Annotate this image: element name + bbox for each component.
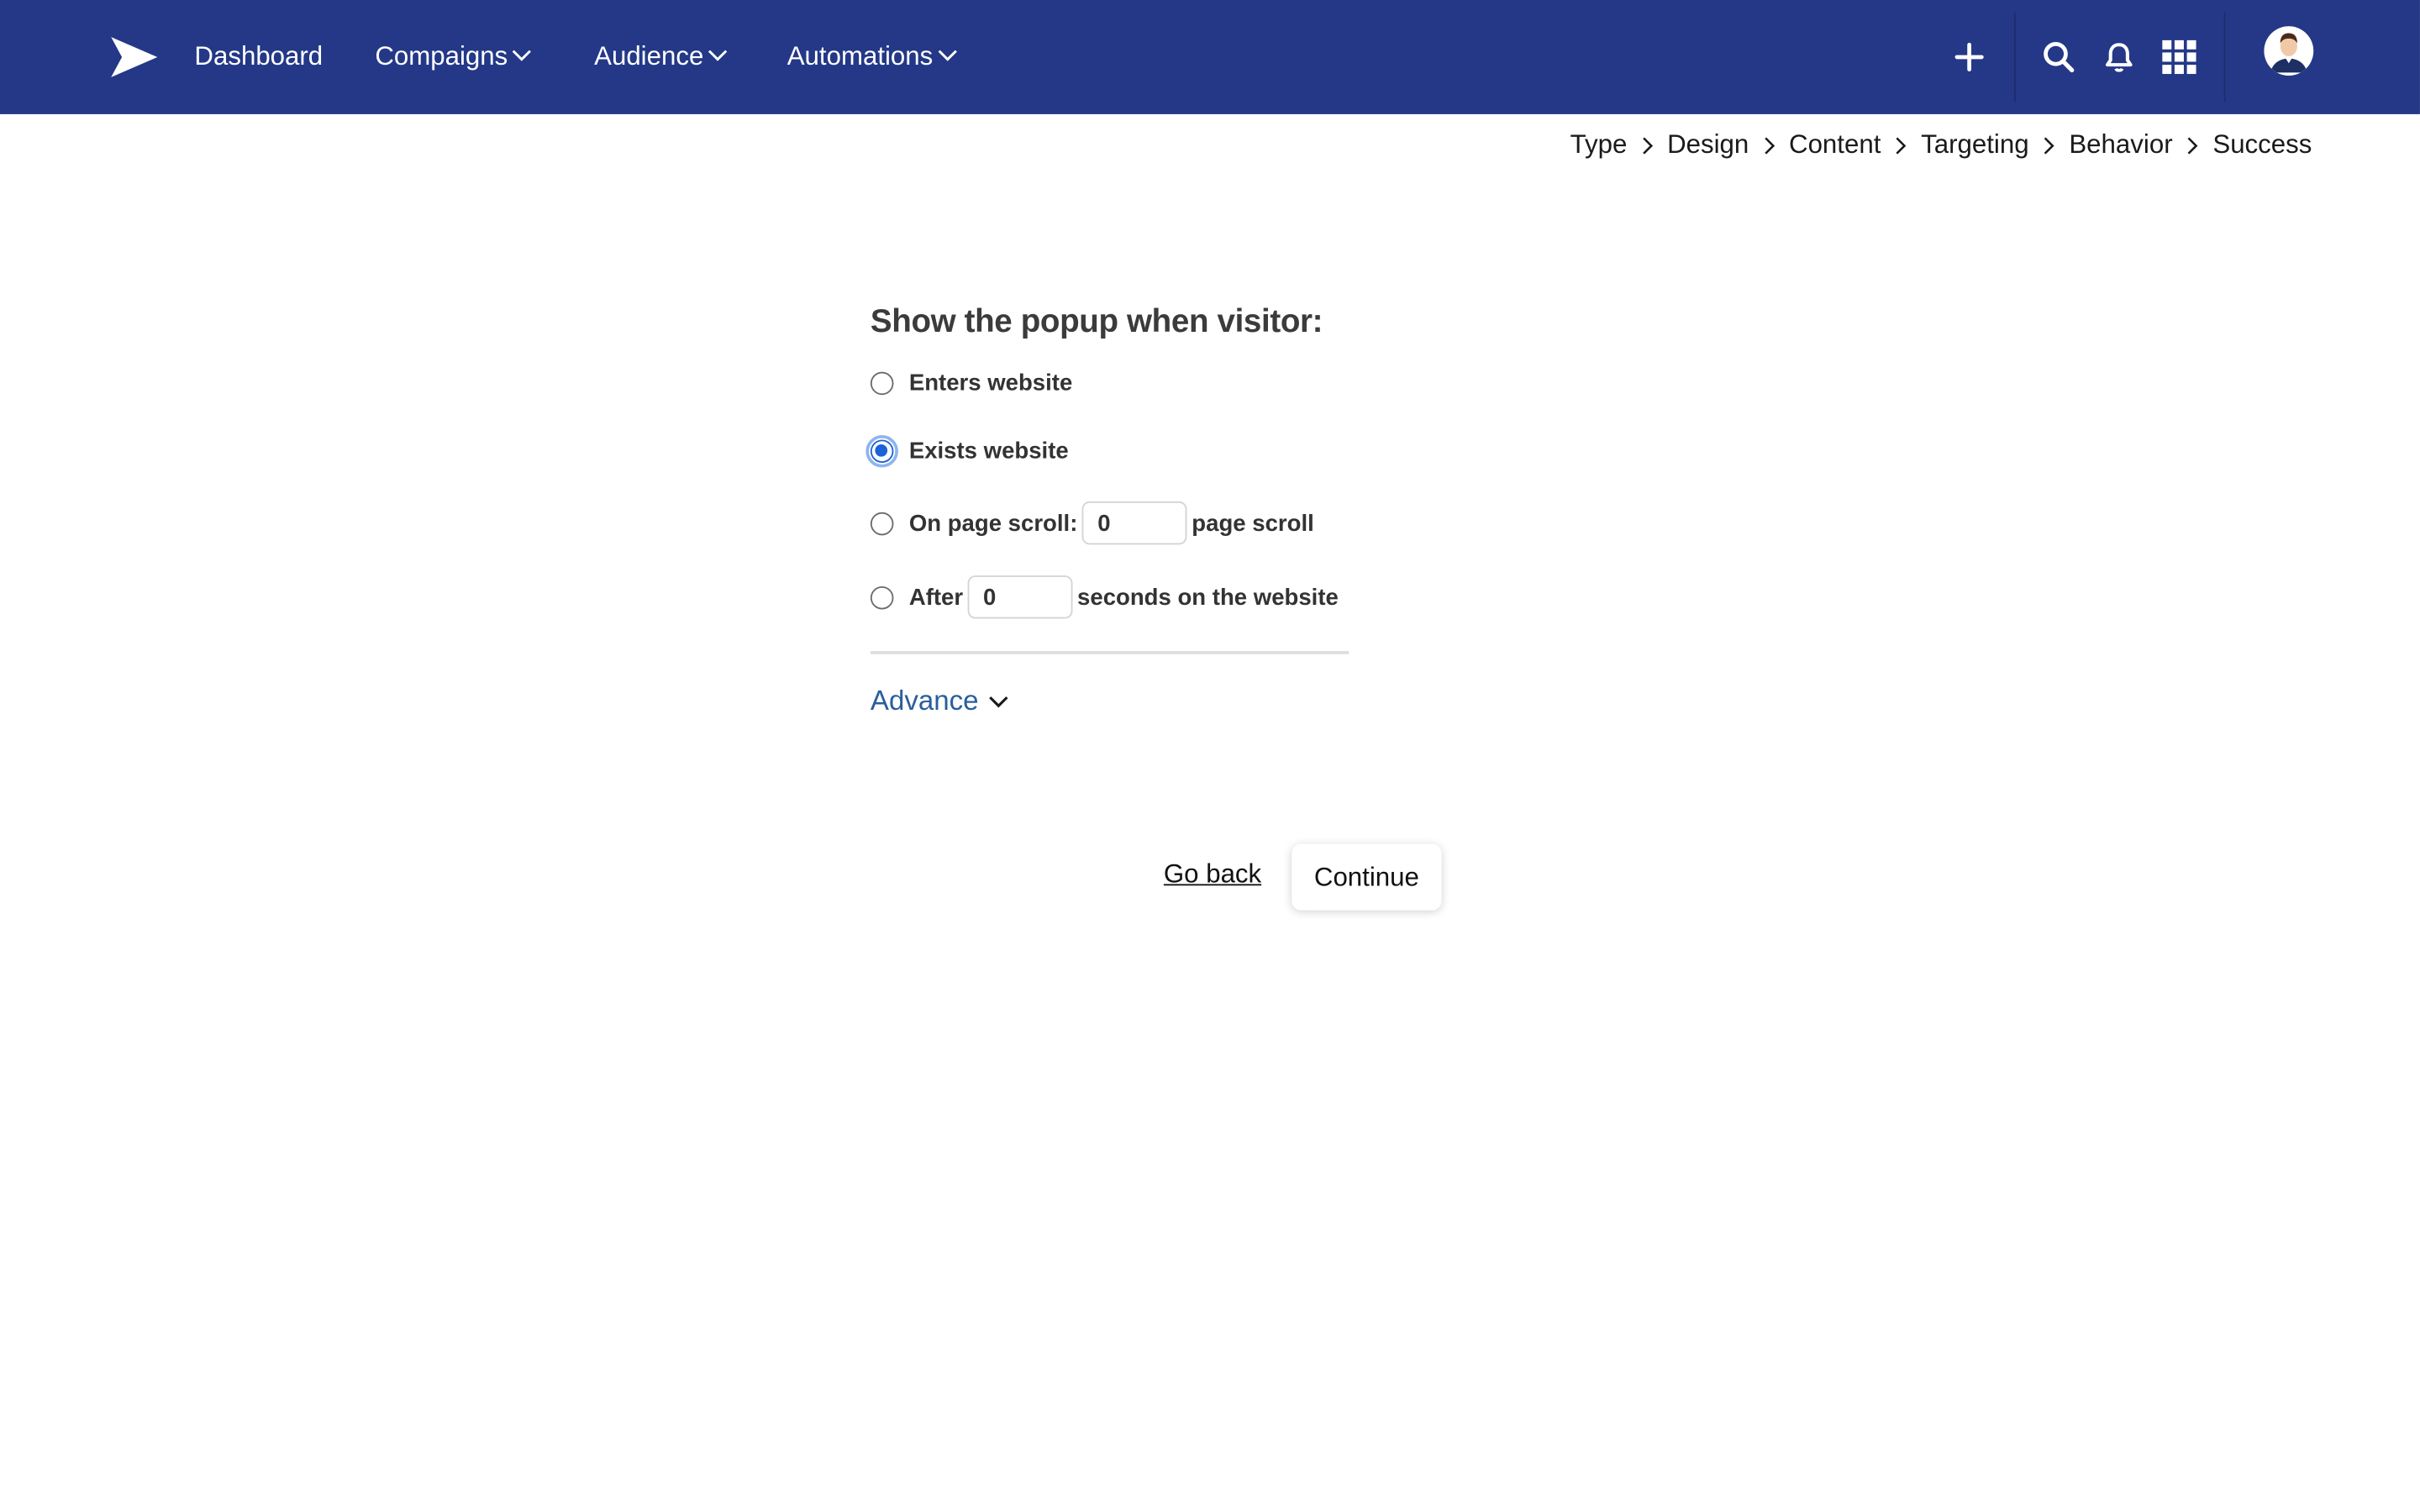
- breadcrumb-behavior[interactable]: Behavior: [2069, 129, 2172, 160]
- option-after-seconds-label: After: [908, 584, 964, 611]
- radio-page-scroll[interactable]: [870, 511, 894, 535]
- chevron-right-icon: [1627, 135, 1667, 155]
- option-enters-website-label: Enters website: [908, 370, 1073, 397]
- page-scroll-input[interactable]: [1081, 501, 1187, 545]
- nav-divider: [2223, 12, 2226, 102]
- continue-button[interactable]: Continue: [1292, 843, 1442, 911]
- nav-automations[interactable]: Automations: [787, 0, 958, 114]
- divider: [870, 651, 1349, 654]
- nav-audience[interactable]: Audience: [594, 0, 729, 114]
- search-icon[interactable]: [2036, 34, 2082, 80]
- seconds-suffix: seconds on the website: [1077, 584, 1339, 611]
- bell-icon[interactable]: [2096, 34, 2142, 80]
- option-enters-website[interactable]: Enters website: [870, 370, 1073, 397]
- chevron-right-icon: [2173, 135, 2213, 155]
- behavior-form: Show the popup when visitor: Enters webs…: [865, 293, 1349, 716]
- page-root: Dashboard Compaigns Audience Automations: [0, 0, 2420, 1512]
- page-scroll-suffix: page scroll: [1192, 510, 1314, 537]
- nav-audience-label: Audience: [594, 41, 704, 71]
- radio-after-seconds[interactable]: [870, 585, 894, 609]
- chevron-down-icon: [937, 50, 956, 61]
- chevron-right-icon: [1881, 135, 1921, 155]
- breadcrumb-design[interactable]: Design: [1667, 129, 1749, 160]
- top-navigation-bar: Dashboard Compaigns Audience Automations: [0, 0, 2420, 114]
- breadcrumb-content[interactable]: Content: [1789, 129, 1881, 160]
- chevron-right-icon: [1749, 135, 1789, 155]
- breadcrumb: Type Design Content Targeting Behavior S…: [1570, 127, 2312, 164]
- grid-icon[interactable]: [2156, 34, 2202, 80]
- chevron-right-icon: [2029, 135, 2070, 155]
- nav-automations-label: Automations: [786, 41, 934, 71]
- chevron-down-icon: [708, 50, 728, 61]
- nav-dashboard[interactable]: Dashboard: [194, 0, 323, 114]
- nav-divider: [2013, 12, 2016, 102]
- chevron-down-icon: [512, 50, 531, 61]
- avatar[interactable]: [2264, 26, 2314, 76]
- breadcrumb-success[interactable]: Success: [2212, 129, 2312, 160]
- breadcrumb-type[interactable]: Type: [1570, 129, 1628, 160]
- nav-dashboard-label: Dashboard: [194, 41, 324, 71]
- radio-enters-website[interactable]: [870, 371, 894, 396]
- option-exists-website[interactable]: Exists website: [865, 434, 1069, 468]
- option-after-seconds[interactable]: After seconds on the website: [870, 575, 1339, 619]
- nav-campaigns[interactable]: Compaigns: [375, 0, 532, 114]
- go-back-link[interactable]: Go back: [1164, 859, 1261, 890]
- nav-campaigns-label: Compaigns: [375, 41, 508, 71]
- seconds-input[interactable]: [967, 575, 1073, 619]
- advance-toggle[interactable]: Advance: [871, 685, 1009, 717]
- option-exists-website-label: Exists website: [908, 438, 1069, 465]
- plus-icon[interactable]: [1946, 34, 1992, 80]
- advance-label: Advance: [870, 685, 979, 717]
- radio-exists-website[interactable]: [865, 434, 898, 468]
- form-heading: Show the popup when visitor:: [870, 303, 1323, 340]
- chevron-down-icon: [989, 696, 1008, 707]
- option-page-scroll-label: On page scroll:: [908, 510, 1078, 537]
- breadcrumb-targeting[interactable]: Targeting: [1921, 129, 2028, 160]
- paper-plane-icon[interactable]: [108, 34, 160, 80]
- option-page-scroll[interactable]: On page scroll: page scroll: [870, 501, 1314, 545]
